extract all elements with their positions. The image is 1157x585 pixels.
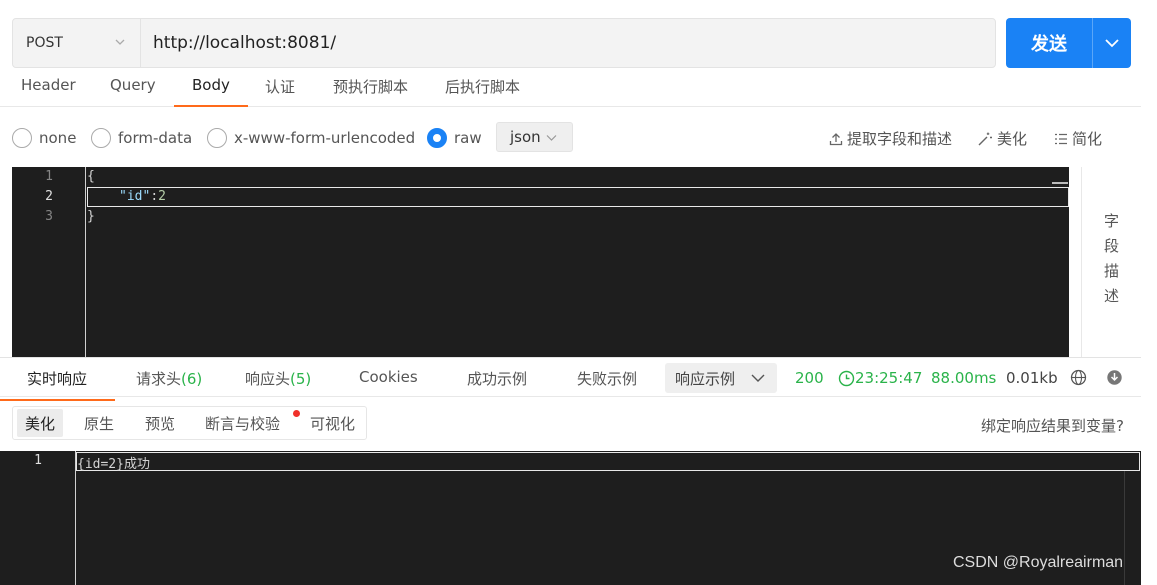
json-key: "id"	[119, 189, 151, 204]
response-time: 23:25:47	[838, 369, 922, 387]
response-duration: 88.00ms	[931, 369, 997, 387]
tab-fail-example[interactable]: 失败示例	[577, 368, 637, 389]
radio-circle	[12, 128, 32, 148]
line-number: 2	[45, 189, 53, 204]
line-gutter: 1	[0, 451, 76, 585]
radio-label: raw	[454, 129, 482, 147]
json-colon: :	[150, 189, 159, 204]
brace-close: }	[87, 209, 95, 224]
method-select[interactable]: POST	[13, 19, 141, 67]
field-desc-char: 述	[1103, 287, 1119, 305]
radio-none[interactable]: none	[12, 128, 76, 148]
response-view-tabs: 美化 原生 预览 断言与校验 可视化	[12, 406, 367, 440]
send-label: 发送	[1031, 34, 1067, 55]
tab-auth[interactable]: 认证	[265, 76, 295, 106]
format-select[interactable]: json	[496, 122, 573, 152]
current-line-highlight	[76, 452, 1140, 471]
tab-realtime-response[interactable]: 实时响应	[0, 368, 116, 401]
beautify-label: 美化	[997, 130, 1028, 148]
send-dropdown[interactable]	[1093, 35, 1131, 51]
tab-label: 请求头	[136, 370, 182, 388]
response-size: 0.01kb	[1006, 369, 1058, 387]
download-icon[interactable]	[1106, 369, 1123, 386]
radio-label: x-www-form-urlencoded	[234, 129, 416, 147]
field-desc-char: 描	[1103, 262, 1119, 280]
request-tabs: Header Query Body 认证 预执行脚本 后执行脚本	[0, 70, 1141, 107]
tab-request-headers[interactable]: 请求头(6)	[136, 368, 202, 389]
body-options: none form-data x-www-form-urlencoded raw…	[0, 118, 1141, 158]
tab-label: 响应头	[245, 370, 291, 388]
globe-icon[interactable]	[1070, 369, 1087, 386]
radio-form-data[interactable]: form-data	[91, 128, 192, 148]
field-desc-char: 字	[1103, 212, 1119, 230]
list-icon	[1055, 133, 1067, 144]
body-editor[interactable]: 1 2 3 { "id":2 }	[12, 167, 1069, 357]
line-gutter: 1 2 3	[12, 167, 86, 357]
code-line: }	[87, 209, 95, 224]
request-bar: POST http://localhost:8081/	[12, 18, 996, 68]
tab-body[interactable]: Body	[174, 76, 248, 107]
line-number: 3	[45, 209, 53, 224]
field-description-panel[interactable]: 字 段 描 述	[1081, 167, 1141, 357]
clock-icon	[838, 370, 855, 386]
tab-assertions[interactable]: 断言与校验	[197, 409, 288, 437]
tab-raw[interactable]: 原生	[76, 409, 122, 437]
tab-visualize[interactable]: 可视化	[302, 409, 363, 437]
code-line: "id":2	[119, 189, 166, 204]
simplify-button[interactable]: 简化	[1053, 128, 1102, 149]
radio-circle	[91, 128, 111, 148]
url-input[interactable]: http://localhost:8081/	[141, 33, 336, 53]
current-line-highlight	[87, 187, 1069, 207]
notification-dot	[293, 410, 300, 417]
bind-response-variable-link[interactable]: 绑定响应结果到变量?	[981, 415, 1124, 436]
extract-fields-label: 提取字段和描述	[847, 130, 953, 148]
response-tabs: 实时响应 请求头(6) 响应头(5) Cookies 成功示例 失败示例 响应示…	[0, 357, 1141, 401]
line-number: 1	[34, 453, 42, 468]
tab-success-example[interactable]: 成功示例	[467, 368, 527, 389]
beautify-button[interactable]: 美化	[977, 128, 1027, 149]
json-value: 2	[158, 189, 166, 204]
chevron-down-icon	[751, 374, 765, 382]
magic-wand-icon	[978, 132, 992, 145]
time-value: 23:25:47	[855, 369, 923, 387]
tab-query[interactable]: Query	[110, 76, 156, 106]
brace-open: {	[87, 169, 95, 184]
radio-circle	[207, 128, 227, 148]
tab-response-headers[interactable]: 响应头(5)	[245, 368, 311, 389]
code-line: {	[87, 169, 95, 184]
tab-pre-script[interactable]: 预执行脚本	[333, 76, 408, 106]
tab-cookies[interactable]: Cookies	[359, 368, 418, 386]
count-badge: (5)	[290, 370, 312, 388]
chevron-down-icon	[115, 39, 125, 45]
status-code: 200	[795, 369, 824, 387]
format-label: json	[510, 128, 541, 146]
send-button[interactable]: 发送	[1006, 18, 1131, 68]
select-label: 响应示例	[675, 369, 736, 388]
count-badge: (6)	[181, 370, 203, 388]
line-number: 1	[45, 169, 53, 184]
tab-preview[interactable]: 预览	[137, 409, 183, 437]
tab-post-script[interactable]: 后执行脚本	[445, 76, 520, 106]
watermark: CSDN @Royalreairman	[953, 554, 1124, 571]
field-desc-char: 段	[1103, 237, 1119, 255]
extract-fields-button[interactable]: 提取字段和描述	[828, 128, 952, 149]
scrollbar[interactable]	[1124, 471, 1140, 585]
tab-beautify[interactable]: 美化	[17, 409, 64, 437]
tab-header[interactable]: Header	[21, 76, 76, 106]
response-example-select[interactable]: 响应示例	[665, 363, 777, 393]
simplify-label: 简化	[1072, 130, 1103, 148]
radio-urlencoded[interactable]: x-www-form-urlencoded	[207, 128, 415, 148]
radio-circle-selected	[427, 128, 447, 148]
response-text: {id=2}成功	[77, 457, 150, 472]
radio-raw[interactable]: raw	[427, 128, 482, 148]
chevron-down-icon	[1105, 39, 1119, 48]
chevron-down-icon	[546, 134, 557, 141]
scrollbar-marker	[1052, 182, 1068, 184]
method-label: POST	[26, 35, 63, 51]
radio-label: form-data	[118, 129, 193, 147]
upload-icon	[829, 132, 843, 145]
radio-label: none	[39, 129, 77, 147]
